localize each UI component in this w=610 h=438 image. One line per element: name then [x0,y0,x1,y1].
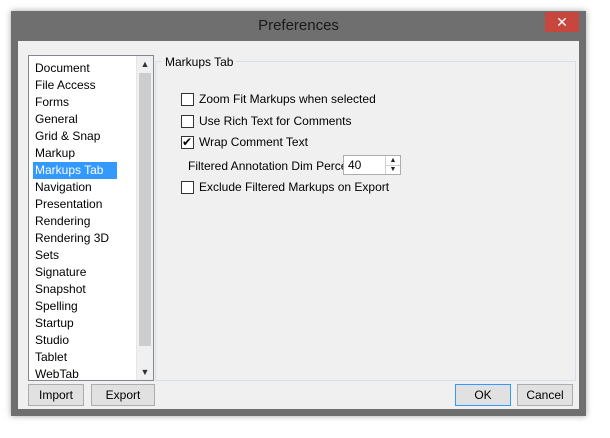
list-item-studio[interactable]: Studio [29,332,137,349]
exclude-filtered-checkbox[interactable] [181,181,194,194]
close-icon: ✕ [556,14,568,30]
spin-down-icon[interactable]: ▼ [386,165,400,174]
category-list[interactable]: Document File Access Forms General Grid … [28,55,154,381]
scroll-up-icon[interactable]: ▲ [137,56,153,72]
list-item-general[interactable]: General [29,111,137,128]
group-title: Markups Tab [162,55,237,69]
list-item-navigation[interactable]: Navigation [29,179,137,196]
list-item-spelling[interactable]: Spelling [29,298,137,315]
ok-button[interactable]: OK [455,384,511,406]
preferences-window: Preferences ✕ Document File Access Forms… [11,11,586,416]
list-item-file-access[interactable]: File Access [29,77,137,94]
title-bar[interactable]: Preferences ✕ [11,11,586,41]
list-scrollbar[interactable]: ▲ ▼ [136,56,153,380]
scroll-thumb[interactable] [139,73,151,346]
list-item-startup[interactable]: Startup [29,315,137,332]
list-item-signature[interactable]: Signature [29,264,137,281]
list-item-document[interactable]: Document [29,60,137,77]
list-item-grid-snap[interactable]: Grid & Snap [29,128,137,145]
list-item-presentation[interactable]: Presentation [29,196,137,213]
dim-percent-label: Filtered Annotation Dim Percent: [188,159,361,173]
exclude-filtered-label: Exclude Filtered Markups on Export [199,180,390,194]
list-item-markup[interactable]: Markup [29,145,137,162]
scroll-down-icon[interactable]: ▼ [137,364,153,380]
list-item-markups-tab[interactable]: Markups Tab [33,162,117,179]
dim-percent-spinner[interactable]: 40 ▲ ▼ [343,155,401,175]
spinner-buttons: ▲ ▼ [385,156,400,174]
dialog-client: Document File Access Forms General Grid … [18,41,579,409]
list-item-rendering[interactable]: Rendering [29,213,137,230]
cancel-button[interactable]: Cancel [517,384,573,406]
window-title: Preferences [258,17,339,34]
rich-text-checkbox[interactable] [181,115,194,128]
list-item-snapshot[interactable]: Snapshot [29,281,137,298]
zoom-fit-checkbox[interactable] [181,93,194,106]
close-button[interactable]: ✕ [545,12,579,32]
list-item-sets[interactable]: Sets [29,247,137,264]
list-item-rendering-3d[interactable]: Rendering 3D [29,230,137,247]
markups-tab-group [155,61,576,381]
import-button[interactable]: Import [28,384,84,406]
list-item-webtab[interactable]: WebTab [29,366,137,383]
list-item-tablet[interactable]: Tablet [29,349,137,366]
zoom-fit-label: Zoom Fit Markups when selected [199,92,376,106]
wrap-comment-label: Wrap Comment Text [199,135,308,149]
list-item-forms[interactable]: Forms [29,94,137,111]
wrap-comment-checkbox[interactable] [181,134,194,150]
export-button[interactable]: Export [91,384,155,406]
dim-percent-value[interactable]: 40 [348,158,361,172]
rich-text-label: Use Rich Text for Comments [199,114,352,128]
category-items: Document File Access Forms General Grid … [29,60,137,383]
